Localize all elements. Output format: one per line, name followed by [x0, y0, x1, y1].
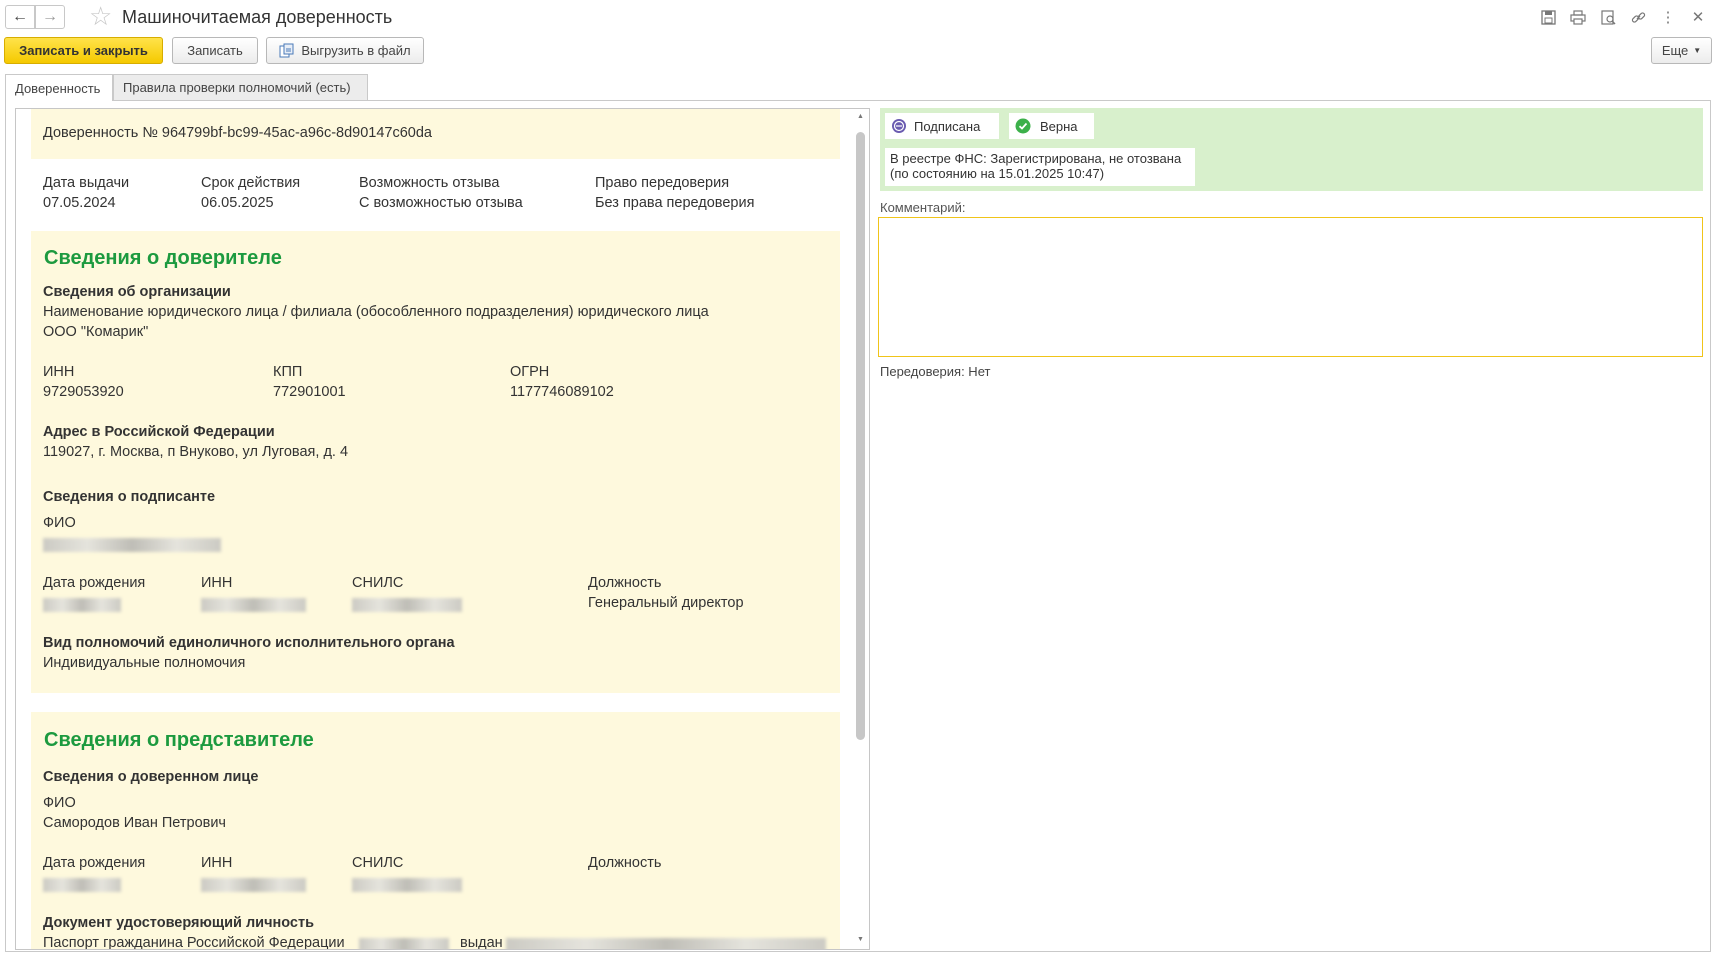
export-file-icon — [279, 43, 295, 58]
close-icon[interactable]: ✕ — [1689, 8, 1707, 26]
id-doc-issuer-redacted — [506, 938, 826, 949]
scroll-up-icon[interactable]: ▲ — [857, 113, 864, 120]
person-inn-redacted — [201, 878, 306, 892]
comment-label: Комментарий: — [880, 200, 966, 215]
comment-field[interactable] — [878, 217, 1703, 357]
person-snils-redacted — [352, 878, 462, 892]
back-button[interactable]: ← — [5, 5, 35, 29]
authority-value: Индивидуальные полномочия — [43, 655, 246, 671]
kpp-value: 772901001 — [273, 384, 346, 400]
representative-title: Сведения о представителе — [44, 729, 314, 751]
signer-snils-redacted — [352, 598, 462, 612]
issue-date-value: 07.05.2024 — [43, 195, 116, 211]
window-title: Машиночитаемая доверенность — [122, 7, 393, 27]
person-title: Сведения о доверенном лице — [43, 769, 259, 785]
principal-title: Сведения о доверителе — [44, 247, 282, 269]
person-birth-label: Дата рождения — [43, 855, 146, 871]
ogrn-label: ОГРН — [510, 364, 550, 380]
doc-number: Доверенность № 964799bf-bc99-45ac-a96c-8… — [43, 125, 432, 141]
save-button[interactable]: Записать — [172, 37, 258, 64]
signer-inn-label: ИНН — [201, 575, 233, 591]
kpp-label: КПП — [273, 364, 303, 380]
registry-status-line2: (по состоянию на 15.01.2025 10:47) — [890, 166, 1105, 181]
arrow-left-icon: ← — [12, 8, 28, 25]
signer-position-value: Генеральный директор — [588, 595, 744, 611]
org-name: ООО "Комарик" — [43, 324, 149, 340]
signer-title: Сведения о подписанте — [43, 489, 216, 505]
export-label: Выгрузить в файл — [301, 43, 411, 58]
person-birth-redacted — [43, 878, 121, 892]
org-name-label: Наименование юридического лица / филиала… — [43, 304, 709, 320]
signed-label: Подписана — [914, 118, 981, 134]
signer-birth-redacted — [43, 598, 121, 612]
tab-power-of-attorney[interactable]: Доверенность — [5, 74, 113, 101]
scrollbar-thumb[interactable] — [856, 132, 865, 740]
signed-badge: Подписана — [885, 113, 999, 139]
save-and-close-button[interactable]: Записать и закрыть — [4, 37, 163, 64]
export-to-file-button[interactable]: Выгрузить в файл — [266, 37, 424, 64]
id-doc-type: Паспорт гражданина Российской Федерации — [43, 935, 345, 950]
address-title: Адрес в Российской Федерации — [43, 424, 275, 440]
favorite-star-icon[interactable]: ☆ — [89, 3, 112, 29]
signer-fio-redacted — [43, 538, 221, 552]
id-doc-value: Паспорт гражданина Российской Федерации — [43, 935, 345, 950]
link-icon[interactable] — [1629, 8, 1647, 26]
inn-value: 9729053920 — [43, 384, 124, 400]
preview-icon[interactable] — [1599, 8, 1617, 26]
validity-label: Срок действия — [201, 175, 301, 191]
revocation-value: С возможностью отзыва — [359, 195, 523, 211]
id-doc-title: Документ удостоверяющий личность — [43, 915, 315, 931]
redelegation-info: Передоверия: Нет — [880, 364, 991, 379]
valid-badge: Верна — [1009, 113, 1094, 139]
more-button[interactable]: Еще ▼ — [1651, 37, 1712, 64]
tab-authority-rules[interactable]: Правила проверки полномочий (есть) — [113, 74, 368, 100]
check-circle-icon — [1015, 118, 1031, 134]
signer-fio-label: ФИО — [43, 515, 76, 531]
print-icon[interactable] — [1569, 8, 1587, 26]
validity-value: 06.05.2025 — [201, 195, 274, 211]
signer-position-label: Должность — [588, 575, 662, 591]
person-snils-label: СНИЛС — [352, 855, 404, 871]
registry-status-line1: В реестре ФНС: Зарегистрирована, не отоз… — [890, 151, 1182, 166]
dropdown-caret-icon: ▼ — [1693, 46, 1702, 55]
revocation-label: Возможность отзыва — [359, 175, 500, 191]
person-fio-value: Самородов Иван Петрович — [43, 815, 226, 831]
signature-seal-icon — [891, 118, 907, 134]
address-value: 119027, г. Москва, п Внуково, ул Луговая… — [43, 444, 349, 460]
redelegation-label: Право передоверия — [595, 175, 730, 191]
redelegation-value: Без права передоверия — [595, 195, 755, 211]
valid-label: Верна — [1040, 118, 1078, 134]
forward-button[interactable]: → — [35, 5, 65, 29]
document-view: Доверенность № 964799bf-bc99-45ac-a96c-8… — [15, 108, 870, 950]
registry-status: В реестре ФНС: Зарегистрирована, не отоз… — [885, 148, 1195, 186]
more-label: Еще — [1661, 43, 1689, 58]
authority-title: Вид полномочий единоличного исполнительн… — [43, 635, 455, 651]
save-disk-icon[interactable] — [1539, 8, 1557, 26]
ogrn-value: 1177746089102 — [510, 384, 614, 400]
issue-date-label: Дата выдачи — [43, 175, 130, 191]
org-title: Сведения об организации — [43, 284, 231, 300]
person-position-label: Должность — [588, 855, 662, 871]
scroll-down-icon[interactable]: ▼ — [857, 936, 864, 943]
more-menu-icon[interactable]: ⋮ — [1659, 8, 1677, 26]
signer-birth-label: Дата рождения — [43, 575, 146, 591]
arrow-right-icon: → — [42, 8, 58, 25]
person-inn-label: ИНН — [201, 855, 233, 871]
id-doc-issued: выдан — [460, 935, 503, 950]
principal-section — [31, 231, 840, 693]
person-fio-label: ФИО — [43, 795, 76, 811]
signer-snils-label: СНИЛС — [352, 575, 404, 591]
title-icons: ⋮ ✕ — [1539, 8, 1707, 26]
inn-label: ИНН — [43, 364, 75, 380]
id-doc-number-redacted — [359, 938, 449, 949]
signer-inn-redacted — [201, 598, 306, 612]
